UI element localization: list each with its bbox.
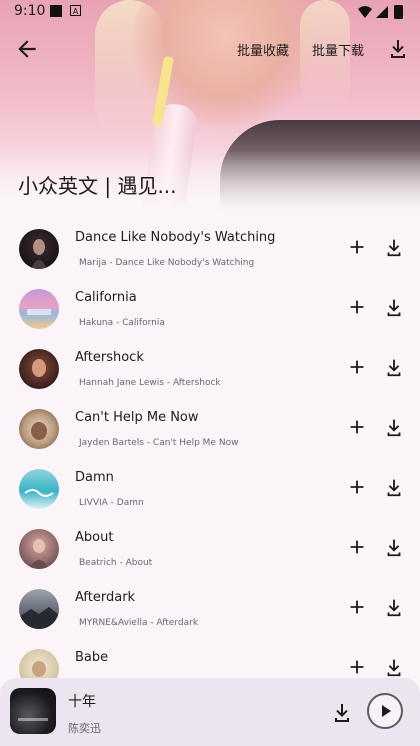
song-subtitle: Hakuna - California xyxy=(79,318,165,328)
song-title: Babe xyxy=(75,650,109,665)
signal-icon xyxy=(376,6,388,18)
song-subtitle: Beatrich - About xyxy=(79,558,153,568)
song-row[interactable]: Damn LIVVIA - Damn xyxy=(0,458,420,518)
download-icon[interactable] xyxy=(383,356,405,378)
song-row[interactable]: California Hakuna - California xyxy=(0,278,420,338)
notification-icon xyxy=(50,5,62,17)
player-artist: 陈奕迅 xyxy=(68,722,101,735)
song-row[interactable]: About Beatrich - About xyxy=(0,518,420,578)
add-icon[interactable] xyxy=(346,656,368,678)
song-row[interactable]: Aftershock Hannah Jane Lewis - Aftershoc… xyxy=(0,338,420,398)
player-song-title: 十年 xyxy=(68,694,96,710)
toolbar: 批量收藏 批量下载 xyxy=(0,30,420,68)
song-title: Afterdark xyxy=(75,590,136,605)
album-cover xyxy=(19,349,59,389)
song-title: Aftershock xyxy=(75,350,144,365)
add-icon[interactable] xyxy=(346,536,368,558)
status-bar: 9:10 A xyxy=(0,0,420,24)
song-subtitle: Jayden Bartels - Can't Help Me Now xyxy=(79,438,239,448)
song-title: Dance Like Nobody's Watching xyxy=(75,230,276,245)
playlist-title: 小众英文 | 遇见... xyxy=(18,174,177,198)
song-row[interactable]: Dance Like Nobody's Watching Marija - Da… xyxy=(0,218,420,278)
a-badge-icon: A xyxy=(70,5,81,16)
download-icon[interactable] xyxy=(383,476,405,498)
song-subtitle: Marija - Dance Like Nobody's Watching xyxy=(79,258,255,268)
add-icon[interactable] xyxy=(346,596,368,618)
song-title: California xyxy=(75,290,137,305)
song-title: About xyxy=(75,530,114,545)
batch-download-button[interactable]: 批量下载 xyxy=(312,40,364,59)
mini-player[interactable]: 十年 陈奕迅 xyxy=(0,678,420,746)
song-row[interactable]: Can't Help Me Now Jayden Bartels - Can't… xyxy=(0,398,420,458)
song-subtitle: LIVVIA - Damn xyxy=(79,498,144,508)
add-icon[interactable] xyxy=(346,416,368,438)
album-cover xyxy=(19,409,59,449)
album-cover xyxy=(19,529,59,569)
battery-icon xyxy=(394,5,403,19)
song-subtitle: MYRNE&Aviella - Afterdark xyxy=(79,618,199,628)
download-icon[interactable] xyxy=(383,416,405,438)
song-title: Damn xyxy=(75,470,114,485)
download-icon[interactable] xyxy=(383,536,405,558)
back-arrow-icon[interactable] xyxy=(14,36,40,62)
download-icon[interactable] xyxy=(383,296,405,318)
add-icon[interactable] xyxy=(346,476,368,498)
add-icon[interactable] xyxy=(346,236,368,258)
batch-favorite-button[interactable]: 批量收藏 xyxy=(237,40,289,59)
download-icon[interactable] xyxy=(383,596,405,618)
wifi-icon xyxy=(358,6,372,18)
album-cover xyxy=(19,229,59,269)
song-row[interactable]: Afterdark MYRNE&Aviella - Afterdark xyxy=(0,578,420,638)
play-button[interactable] xyxy=(367,693,403,729)
player-cover xyxy=(10,688,56,734)
download-icon[interactable] xyxy=(383,236,405,258)
album-cover xyxy=(19,469,59,509)
add-icon[interactable] xyxy=(346,296,368,318)
system-icons xyxy=(356,4,406,24)
status-time: 9:10 xyxy=(14,3,46,19)
album-cover xyxy=(19,289,59,329)
download-icon[interactable] xyxy=(386,36,410,60)
song-subtitle: Hannah Jane Lewis - Aftershock xyxy=(79,378,221,388)
play-icon xyxy=(382,705,391,717)
download-icon[interactable] xyxy=(330,700,354,724)
download-icon[interactable] xyxy=(383,656,405,678)
album-cover xyxy=(19,589,59,629)
song-title: Can't Help Me Now xyxy=(75,410,199,425)
add-icon[interactable] xyxy=(346,356,368,378)
